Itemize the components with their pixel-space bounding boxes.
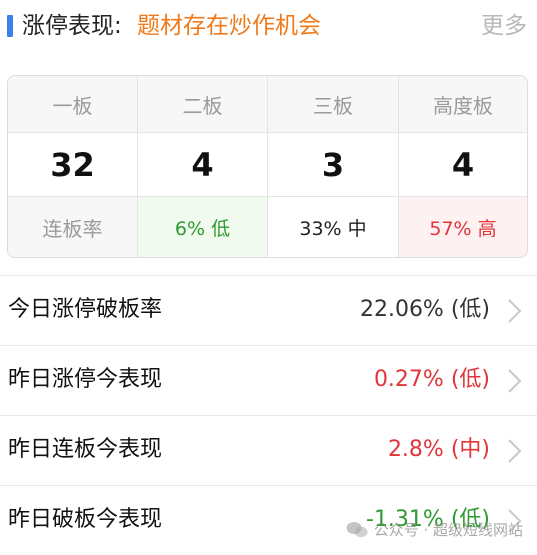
- column-header-height-board: 高度板: [399, 76, 527, 133]
- watermark: 公众号 · 超级短线网站: [346, 519, 523, 540]
- column-header-one-board: 一板: [8, 76, 138, 133]
- column-header-two-board: 二板: [138, 76, 268, 133]
- section-topic: 题材存在炒作机会: [137, 13, 321, 39]
- section-header: 涨停表现: 题材存在炒作机会 更多: [0, 0, 537, 52]
- count-one-board: 32: [8, 133, 138, 197]
- count-three-board: 3: [268, 133, 399, 197]
- chevron-right-icon: [508, 439, 522, 463]
- rate-row-label: 连板率: [8, 197, 138, 257]
- chevron-right-icon: [508, 299, 522, 323]
- count-two-board: 4: [138, 133, 268, 197]
- board-stats-table: 一板 二板 三板 高度板 32 4 3 4 连板率 6% 低 33% 中 57%…: [7, 75, 528, 258]
- stat-value: 22.06% (低): [359, 297, 490, 322]
- stat-label: 今日涨停破板率: [8, 297, 163, 322]
- chevron-right-icon: [508, 369, 522, 393]
- list-item[interactable]: 昨日连板今表现 2.8% (中): [0, 415, 537, 485]
- stat-label: 昨日涨停今表现: [8, 367, 163, 392]
- watermark-text: 公众号 · 超级短线网站: [373, 521, 523, 539]
- rate-three-board: 33% 中: [268, 197, 399, 257]
- list-item[interactable]: 今日涨停破板率 22.06% (低): [0, 275, 537, 345]
- rate-height-board: 57% 高: [399, 197, 527, 257]
- section-title: 涨停表现:: [22, 13, 122, 39]
- stat-value: 0.27% (低): [373, 367, 490, 392]
- column-header-three-board: 三板: [268, 76, 399, 133]
- count-height-board: 4: [399, 133, 527, 197]
- stat-label: 昨日连板今表现: [8, 437, 163, 462]
- rate-two-board: 6% 低: [138, 197, 268, 257]
- stat-value: 2.8% (中): [387, 437, 490, 462]
- wechat-icon: [346, 521, 368, 537]
- stats-list: 今日涨停破板率 22.06% (低) 昨日涨停今表现 0.27% (低) 昨日连…: [0, 275, 537, 555]
- stat-label: 昨日破板今表现: [8, 507, 163, 532]
- list-item[interactable]: 昨日涨停今表现 0.27% (低): [0, 345, 537, 415]
- section-accent-bar: [7, 15, 13, 37]
- more-link[interactable]: 更多: [481, 10, 527, 42]
